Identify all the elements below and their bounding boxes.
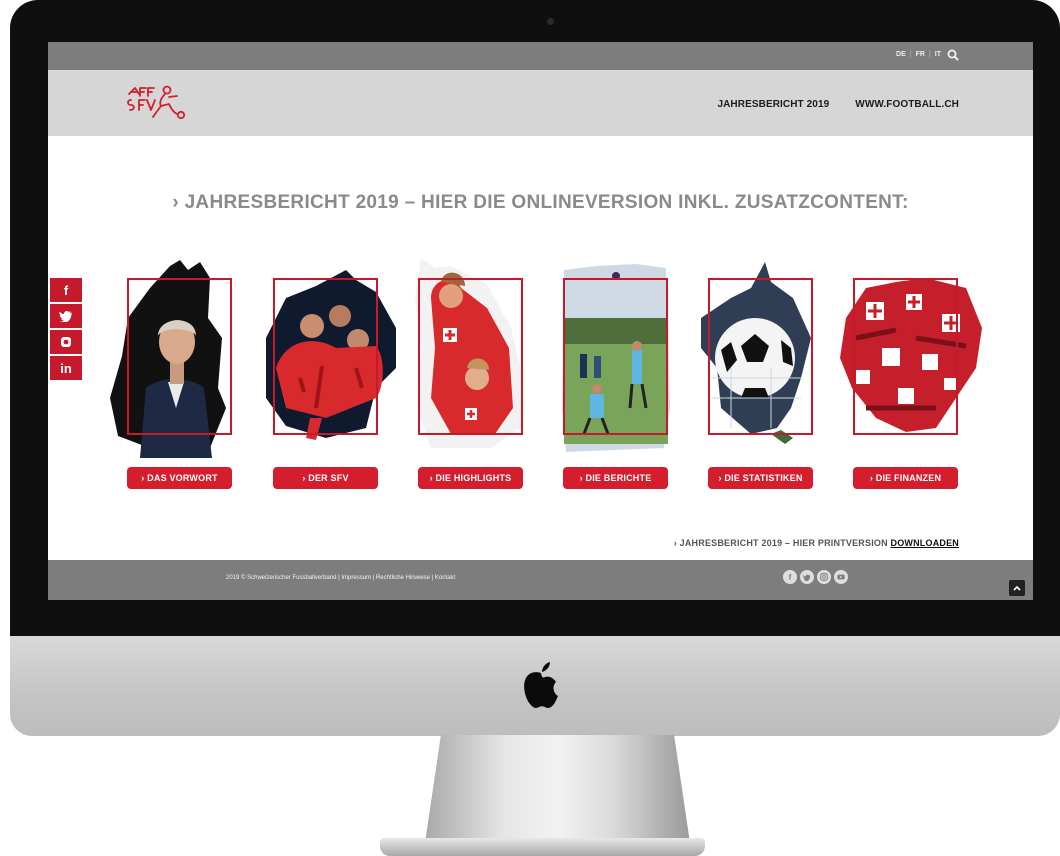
card-berichte: › DIE BERICHTE: [536, 258, 686, 489]
die-statistiken-button[interactable]: › DIE STATISTIKEN: [708, 467, 813, 489]
site-header: JAHRESBERICHT 2019 WWW.FOOTBALL.CH: [48, 70, 1033, 136]
print-version-line: › JAHRESBERICHT 2019 – HIER PRINTVERSION…: [674, 538, 959, 548]
lang-fr[interactable]: FR: [916, 51, 925, 58]
language-switcher: DE | FR | IT: [896, 51, 941, 58]
card-frame: [127, 278, 232, 435]
monitor-stand: [425, 735, 690, 843]
lang-de[interactable]: DE: [896, 51, 906, 58]
card-frame: [708, 278, 813, 435]
youtube-icon[interactable]: [834, 570, 848, 584]
search-icon[interactable]: [947, 49, 959, 61]
card-sfv: › DER SFV: [246, 258, 396, 489]
page-title: › JAHRESBERICHT 2019 – HIER DIE ONLINEVE…: [172, 192, 909, 213]
webcam: [547, 18, 554, 25]
die-finanzen-button[interactable]: › DIE FINANZEN: [853, 467, 958, 489]
die-berichte-button[interactable]: › DIE BERICHTE: [563, 467, 668, 489]
card-frame: [853, 278, 958, 435]
card-finanzen: › DIE FINANZEN: [826, 258, 982, 489]
card-highlights: › DIE HIGHLIGHTS: [391, 258, 541, 489]
print-version-text: › JAHRESBERICHT 2019 – HIER PRINTVERSION: [673, 538, 891, 548]
twitter-icon[interactable]: [50, 304, 82, 328]
site-footer: 2019 © Schweizerischer Fussballverband |…: [48, 560, 1033, 600]
nav-annual-report[interactable]: JAHRESBERICHT 2019: [717, 99, 829, 110]
card-statistiken: › DIE STATISTIKEN: [681, 258, 831, 489]
linkedin-icon[interactable]: in: [50, 356, 82, 380]
apple-logo-icon: [524, 662, 558, 708]
instagram-icon[interactable]: [817, 570, 831, 584]
lang-it[interactable]: IT: [935, 51, 941, 58]
social-sidebar: f in: [50, 278, 82, 382]
card-frame: [563, 278, 668, 435]
instagram-icon[interactable]: [50, 330, 82, 354]
card-frame: [273, 278, 378, 435]
das-vorwort-button[interactable]: › DAS VORWORT: [127, 467, 232, 489]
facebook-icon[interactable]: f: [783, 570, 797, 584]
der-sfv-button[interactable]: › DER SFV: [273, 467, 378, 489]
language-bar: DE | FR | IT: [48, 42, 1033, 70]
footer-social-links: f: [783, 570, 848, 584]
download-link[interactable]: DOWNLOADEN: [891, 538, 960, 548]
lang-separator: |: [928, 51, 931, 58]
facebook-icon[interactable]: f: [50, 278, 82, 302]
card-vorwort: › DAS VORWORT: [100, 258, 250, 489]
nav-football-ch[interactable]: WWW.FOOTBALL.CH: [855, 99, 959, 110]
back-to-top-button[interactable]: [1009, 580, 1025, 596]
footer-copyright: 2019 © Schweizerischer Fussballverband |…: [226, 575, 456, 581]
website-screen: DE | FR | IT JAHRESBERICHT 2019 WWW.FOOT…: [48, 42, 1033, 600]
lang-separator: |: [909, 51, 912, 58]
sfv-logo[interactable]: [125, 84, 187, 122]
card-frame: [418, 278, 523, 435]
die-highlights-button[interactable]: › DIE HIGHLIGHTS: [418, 467, 523, 489]
main-nav: JAHRESBERICHT 2019 WWW.FOOTBALL.CH: [717, 99, 959, 110]
twitter-icon[interactable]: [800, 570, 814, 584]
chevron-up-icon: [1013, 585, 1021, 591]
monitor-stand-base: [380, 838, 705, 856]
